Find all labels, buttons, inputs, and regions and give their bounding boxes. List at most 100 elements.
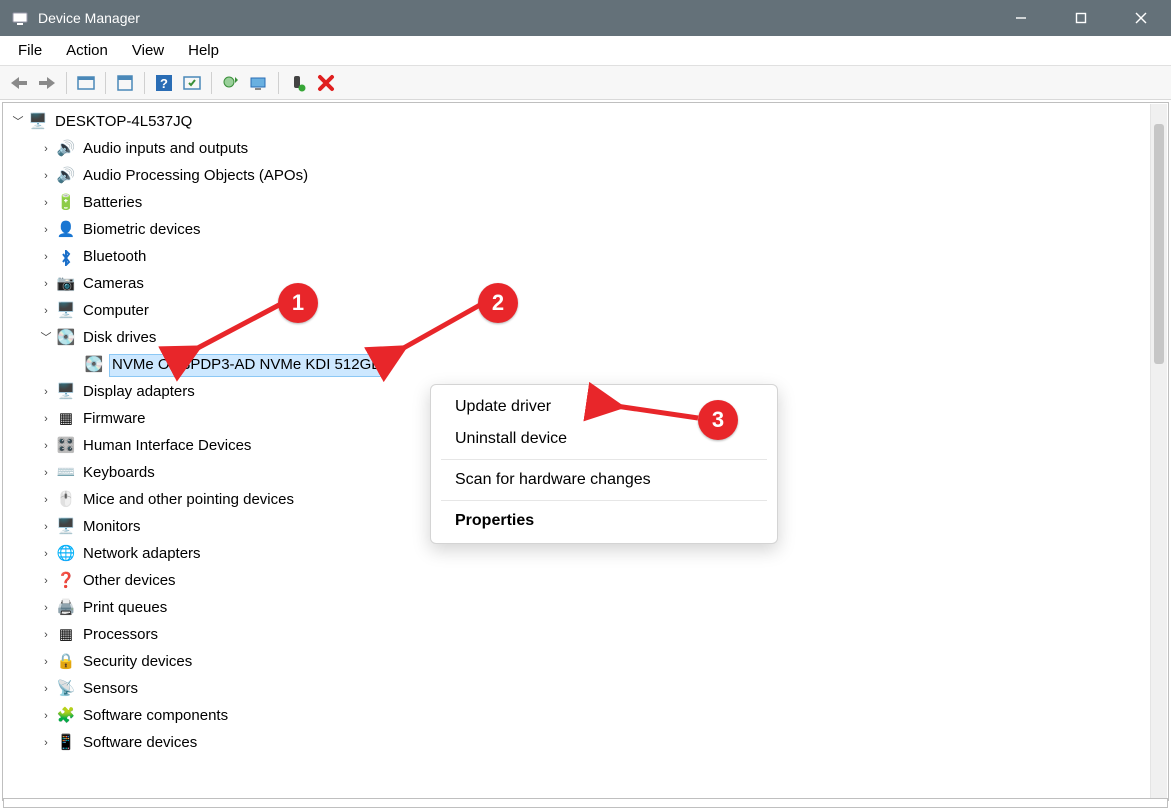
chevron-right-icon[interactable]: › [39, 412, 53, 427]
chevron-right-icon[interactable]: › [39, 574, 53, 589]
uninstall-device-button[interactable] [313, 70, 339, 96]
chevron-right-icon[interactable]: › [39, 439, 53, 454]
maximize-button[interactable] [1051, 0, 1111, 36]
device-nvme-disk[interactable]: 💽NVMe OM3PDP3-AD NVMe KDI 512GB [7, 352, 1164, 379]
category-bluetooth[interactable]: › Bluetooth [7, 244, 1164, 271]
disk-icon: 💽 [57, 330, 75, 348]
category-batteries[interactable]: ›🔋Batteries [7, 190, 1164, 217]
ctx-properties[interactable]: Properties [431, 505, 777, 537]
annotation-arrow-2 [390, 300, 490, 365]
chevron-right-icon[interactable]: › [39, 196, 53, 211]
network-icon: 🌐 [57, 546, 75, 564]
category-label: Bluetooth [81, 246, 148, 268]
component-icon: 🧩 [57, 708, 75, 726]
category-computer[interactable]: ›🖥️Computer [7, 298, 1164, 325]
forward-button[interactable] [34, 70, 60, 96]
chevron-right-icon[interactable]: › [39, 250, 53, 265]
category-biometric[interactable]: ›👤Biometric devices [7, 217, 1164, 244]
help-button[interactable]: ? [151, 70, 177, 96]
category-cameras[interactable]: ›📷Cameras [7, 271, 1164, 298]
toolbar: ? [0, 66, 1171, 100]
category-label: Audio inputs and outputs [81, 138, 250, 160]
chip-icon: ▦ [57, 411, 75, 429]
category-sw-components[interactable]: › 🧩 Software components [7, 703, 1164, 730]
display-icon: 🖥️ [57, 384, 75, 402]
category-label: Display adapters [81, 381, 197, 403]
chevron-right-icon[interactable]: › [39, 520, 53, 535]
category-label: Cameras [81, 273, 146, 295]
category-label: Print queues [81, 597, 169, 619]
category-sw-devices[interactable]: ›📱Software devices [7, 730, 1164, 757]
show-hidden-button[interactable] [73, 70, 99, 96]
annotation-arrow-1 [184, 300, 284, 365]
ctx-separator [441, 500, 767, 501]
unknown-icon: ❓ [57, 573, 75, 591]
chevron-right-icon[interactable]: › [39, 277, 53, 292]
category-audio-io[interactable]: ›🔊Audio inputs and outputs [7, 136, 1164, 163]
monitor-icon: 🖥️ [57, 303, 75, 321]
scan-hardware-button[interactable] [246, 70, 272, 96]
titlebar: Device Manager [0, 0, 1171, 36]
enable-device-button[interactable] [285, 70, 311, 96]
badge-label: 2 [492, 290, 504, 316]
bluetooth-icon [57, 249, 75, 267]
menu-action[interactable]: Action [54, 38, 120, 63]
chevron-right-icon[interactable]: › [39, 655, 53, 670]
mouse-icon: 🖱️ [57, 492, 75, 510]
chevron-right-icon[interactable]: › [39, 304, 53, 319]
status-bar [3, 798, 1168, 808]
computer-icon: 🖥️ [29, 114, 47, 132]
category-other[interactable]: › ❓ Other devices [7, 568, 1164, 595]
menu-view[interactable]: View [120, 38, 176, 63]
category-print[interactable]: ›🖨️Print queues [7, 595, 1164, 622]
menu-bar: File Action View Help [0, 36, 1171, 66]
vertical-scrollbar[interactable] [1150, 104, 1167, 799]
ctx-scan-hardware[interactable]: Scan for hardware changes [431, 464, 777, 496]
chevron-right-icon[interactable]: › [39, 682, 53, 697]
toolbar-separator [105, 72, 106, 94]
action-button[interactable] [179, 70, 205, 96]
category-network[interactable]: ›🌐Network adapters [7, 541, 1164, 568]
category-label: Disk drives [81, 327, 158, 349]
category-label: Audio Processing Objects (APOs) [81, 165, 310, 187]
chevron-right-icon[interactable]: › [39, 223, 53, 238]
category-sensors[interactable]: ›📡Sensors [7, 676, 1164, 703]
category-label: Security devices [81, 651, 194, 673]
minimize-button[interactable] [991, 0, 1051, 36]
category-apo[interactable]: ›🔊Audio Processing Objects (APOs) [7, 163, 1164, 190]
device-manager-icon [12, 10, 28, 26]
shield-icon: 🔒 [57, 654, 75, 672]
badge-label: 1 [292, 290, 304, 316]
monitor-icon: 🖥️ [57, 519, 75, 537]
chevron-right-icon[interactable]: › [39, 493, 53, 508]
category-security[interactable]: › 🔒 Security devices [7, 649, 1164, 676]
category-label: Sensors [81, 678, 140, 700]
category-label: Other devices [81, 570, 178, 592]
chevron-right-icon[interactable]: › [39, 736, 53, 751]
chevron-right-icon[interactable]: › [39, 628, 53, 643]
menu-help[interactable]: Help [176, 38, 231, 63]
battery-icon: 🔋 [57, 195, 75, 213]
tree-root[interactable]: ﹀ 🖥️ DESKTOP-4L537JQ [7, 109, 1164, 136]
close-button[interactable] [1111, 0, 1171, 36]
chevron-right-icon[interactable]: › [39, 601, 53, 616]
category-label: Processors [81, 624, 160, 646]
ctx-separator [441, 459, 767, 460]
chevron-right-icon[interactable]: › [39, 169, 53, 184]
chevron-down-icon[interactable]: ﹀ [11, 115, 25, 130]
properties-button[interactable] [112, 70, 138, 96]
chevron-right-icon[interactable]: › [39, 142, 53, 157]
toolbar-separator [211, 72, 212, 94]
category-label: Software components [81, 705, 230, 727]
chevron-right-icon[interactable]: › [39, 385, 53, 400]
chevron-right-icon[interactable]: › [39, 709, 53, 724]
window-title: Device Manager [38, 10, 991, 26]
menu-file[interactable]: File [6, 38, 54, 63]
update-driver-button[interactable] [218, 70, 244, 96]
back-button[interactable] [6, 70, 32, 96]
category-disk-drives[interactable]: ﹀ 💽 Disk drives [7, 325, 1164, 352]
chevron-right-icon[interactable]: › [39, 466, 53, 481]
chevron-down-icon[interactable]: ﹀ [39, 331, 53, 346]
category-processors[interactable]: ›▦Processors [7, 622, 1164, 649]
chevron-right-icon[interactable]: › [39, 547, 53, 562]
